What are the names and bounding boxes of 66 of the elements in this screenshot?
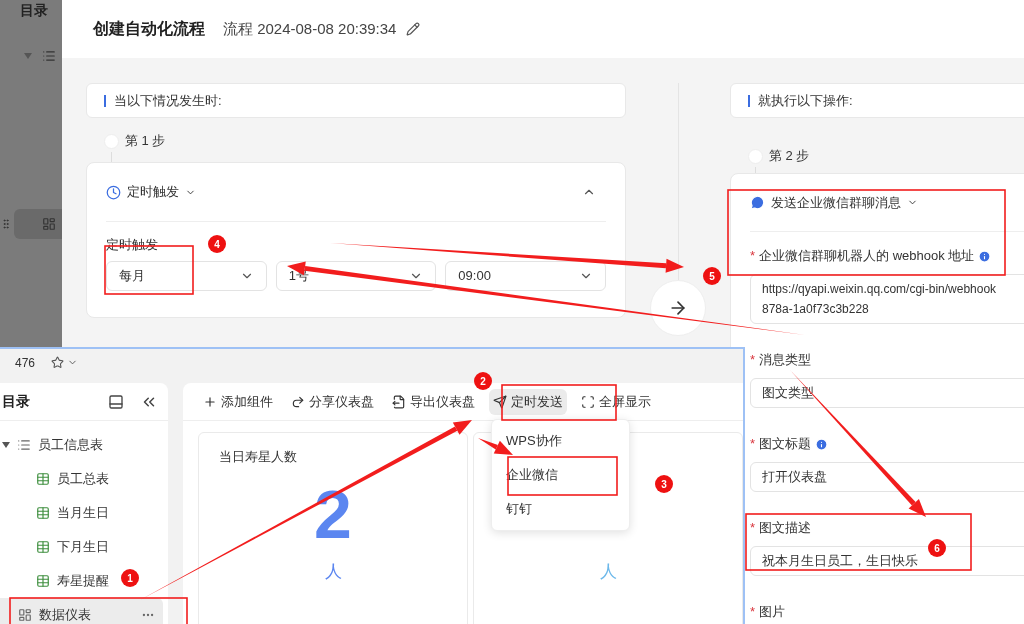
section-title: 当以下情况发生时: [114,91,222,110]
webhook-field[interactable]: https://qyapi.weixin.qq.com/cgi-bin/webhook 878a-1a0f73c3b228 [750,274,1024,324]
sidebar-title: 目录 [2,392,30,411]
section-title: 就执行以下操作: [758,91,853,110]
menu-item[interactable]: WPS协作 [492,424,629,458]
dropdown-select[interactable]: 09:00 [445,260,606,291]
info-icon[interactable] [978,249,992,263]
tree-item[interactable]: 下月生日 [0,530,117,564]
tree-item[interactable]: 数据仪表 [0,598,163,624]
dropdown-select[interactable]: 图文类型 [750,378,1024,408]
unit-label: 人 [324,561,342,583]
required-mark: * [750,351,756,370]
toolbar-button[interactable]: 导出仪表盘 [388,388,479,415]
panel-icon[interactable] [108,393,124,410]
table-icon [36,472,50,486]
export-icon [392,394,406,409]
flow-name: 流程 2024-08-08 20:39:34 [223,18,397,39]
drag-handle-icon[interactable] [0,218,12,230]
sidebar-title: 目录 [20,1,49,20]
card-title: 当日寿星人数 [219,448,297,466]
dialog-title: 创建自动化流程 [93,19,205,39]
caret-icon[interactable] [2,441,10,449]
required-mark: * [750,247,756,266]
toolbar-button[interactable]: 定时发送 [489,388,567,415]
table-icon [36,574,50,588]
action-type-select[interactable]: 发送企业微信群聊消息 [750,192,918,213]
table-icon [36,506,50,520]
unit-label: 人 [599,561,617,583]
trigger-type-select[interactable]: 定时触发 [106,182,196,202]
tree-item[interactable]: 寿星提醒 [0,564,117,598]
field-value: 878a-1a0f73c3b228 [762,301,870,318]
send-icon [493,394,507,409]
required-mark: * [750,435,756,454]
plus-icon [203,394,217,409]
clock-icon [106,184,121,200]
dropdown-select[interactable]: 每月 [106,260,267,291]
list-icon [42,49,56,63]
dashboard-icon [42,217,56,231]
field-value: https://qyapi.weixin.qq.com/cgi-bin/webhook [762,281,998,298]
star-icon[interactable] [51,356,65,369]
step-number-badge: 5 [703,267,721,285]
menu-item[interactable]: 钉钉 [492,492,629,526]
field-label: 企业微信群聊机器人的 webhook 地址 [759,247,975,266]
edit-icon[interactable] [406,22,421,36]
table-icon [36,540,50,554]
toolbar-button[interactable]: 添加组件 [199,388,277,415]
tree-item[interactable]: 员工信息表 [0,428,111,462]
info-icon[interactable] [815,437,829,451]
required-mark: * [750,519,756,538]
step-label: 第 1 步 [125,132,166,151]
field-label: 图片 [759,603,786,622]
list-icon [17,438,31,452]
fullscreen-icon [581,394,595,409]
dashboard-icon [18,608,32,622]
field-label: 消息类型 [759,351,812,370]
chat-icon [750,195,765,210]
required-mark: * [750,603,756,622]
input-field[interactable]: 打开仪表盘 [750,462,1024,492]
field-label: 图文标题 [759,435,812,454]
toolbar-button[interactable]: 分享仪表盘 [287,388,378,415]
curved-arrow-icon [291,394,305,409]
tree-item[interactable]: 员工总表 [0,462,117,496]
tree-item[interactable]: 当月生日 [0,496,117,530]
document-title: 476 [15,354,36,372]
field-label: 图文描述 [759,519,812,538]
step-label: 第 2 步 [769,147,810,166]
